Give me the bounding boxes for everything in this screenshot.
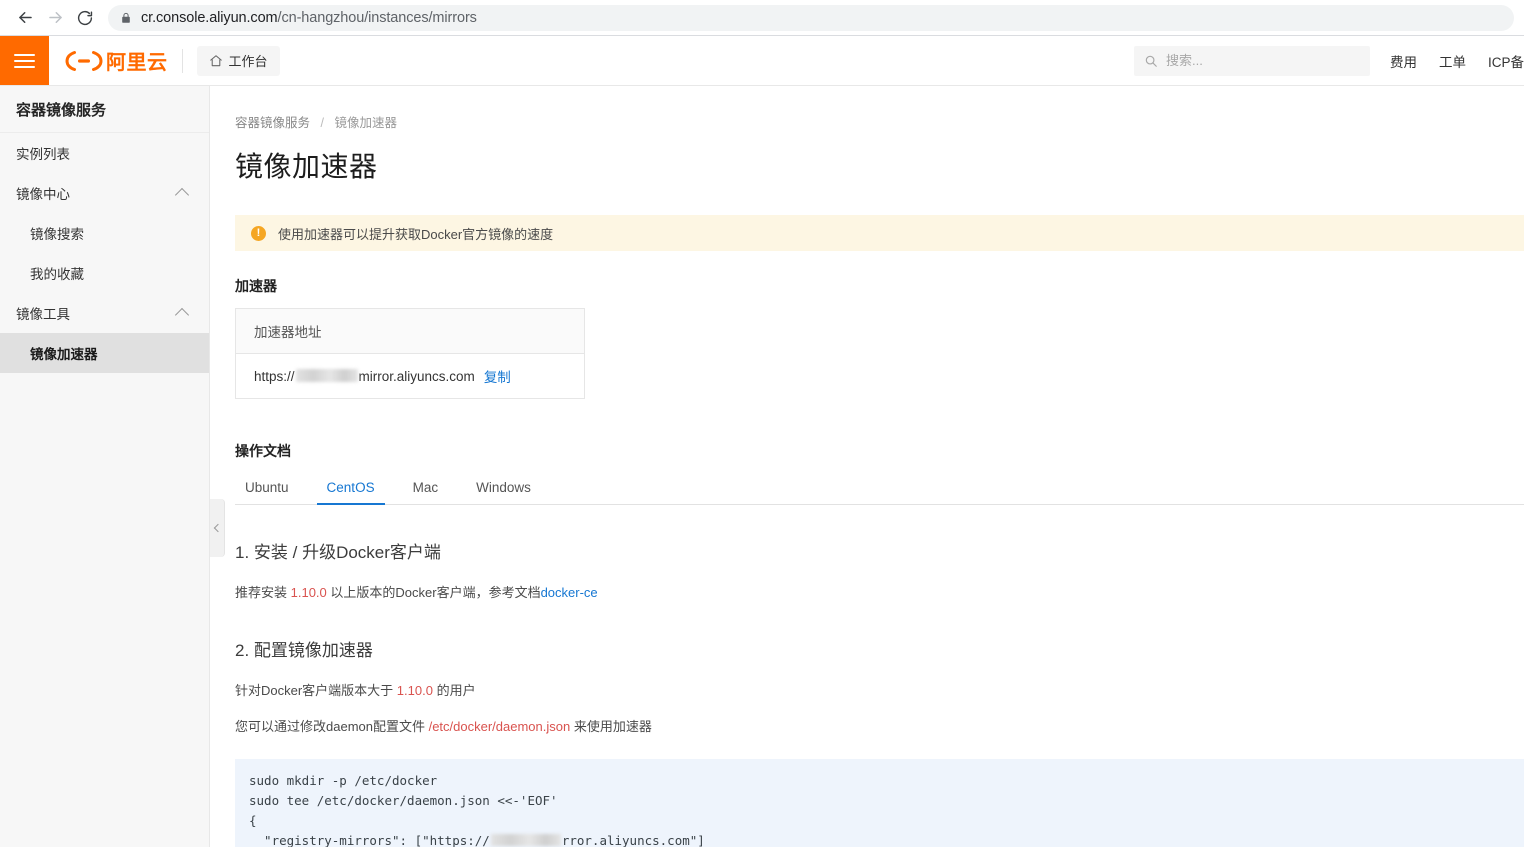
copy-link[interactable]: 复制: [484, 366, 511, 386]
app-body: 容器镜像服务 实例列表 镜像中心 镜像搜索 我的收藏 镜像工具 镜像加速器 容器…: [0, 86, 1524, 847]
home-icon: [209, 54, 223, 68]
global-search-box[interactable]: [1133, 45, 1370, 76]
code-block[interactable]: sudo mkdir -p /etc/docker sudo tee /etc/…: [235, 758, 1524, 847]
docs-section-title: 操作文档: [235, 443, 291, 459]
sidebar-title: 容器镜像服务: [0, 86, 209, 133]
forward-arrow-icon: [46, 8, 65, 27]
accelerator-section-title: 加速器: [235, 278, 277, 294]
divider: [181, 48, 183, 73]
step1-title: 1. 安装 / 升级Docker客户端: [235, 543, 441, 562]
aliyun-logo-icon: [65, 50, 103, 72]
redacted-mask: [490, 833, 561, 846]
breadcrumb-current: 镜像加速器: [334, 116, 397, 130]
step2-title: 2. 配置镜像加速器: [235, 640, 373, 660]
breadcrumb-root[interactable]: 容器镜像服务: [235, 116, 310, 130]
breadcrumb-separator: /: [320, 116, 324, 130]
step2-paragraph-2: 您可以通过修改daemon配置文件 /etc/docker/daemon.jso…: [235, 717, 1524, 737]
step1-version: 1.10.0: [290, 585, 327, 600]
top-app-bar: 阿里云 工作台 费用 工单 ICP备: [0, 36, 1524, 86]
workbench-button[interactable]: 工作台: [196, 45, 280, 76]
breadcrumb: 容器镜像服务 / 镜像加速器: [210, 86, 1524, 131]
sidebar-item-label: 镜像工具: [16, 307, 70, 322]
hamburger-menu-button[interactable]: [0, 36, 49, 85]
code-line-4-pre: "registry-mirrors": ["https://: [249, 832, 490, 847]
url-text: cr.console.aliyun.com/cn-hangzhou/instan…: [141, 10, 477, 26]
sidebar-item-label: 实例列表: [16, 147, 70, 162]
topbar-link-tickets[interactable]: 工单: [1439, 51, 1466, 71]
chevron-left-icon: [213, 523, 223, 533]
url-path: /cn-hangzhou/instances/mirrors: [277, 9, 477, 26]
sidebar-item-image-search[interactable]: 镜像搜索: [0, 213, 209, 253]
tab-mac[interactable]: Mac: [403, 480, 449, 504]
tab-windows[interactable]: Windows: [466, 480, 541, 504]
chevron-up-icon: [174, 187, 190, 203]
address-bar[interactable]: cr.console.aliyun.com/cn-hangzhou/instan…: [108, 4, 1514, 31]
sidebar-group-image-center[interactable]: 镜像中心: [0, 173, 209, 213]
page-title: 镜像加速器: [235, 151, 378, 182]
back-button[interactable]: [10, 3, 40, 33]
hamburger-menu-icon: [14, 50, 35, 72]
step1-text-a: 推荐安装: [235, 585, 291, 600]
code-line-1: sudo mkdir -p /etc/docker: [249, 772, 438, 788]
sidebar-item-label: 我的收藏: [30, 267, 84, 282]
info-alert-banner: ! 使用加速器可以提升获取Docker官方镜像的速度: [235, 215, 1524, 251]
accelerator-url-suffix: mirror.aliyuncs.com: [358, 368, 475, 384]
reload-button[interactable]: [70, 3, 100, 33]
forward-button[interactable]: [40, 3, 70, 33]
step2-version: 1.10.0: [396, 682, 433, 698]
workbench-label: 工作台: [228, 54, 268, 69]
sidebar-item-label: 镜像搜索: [30, 227, 84, 242]
docker-ce-link[interactable]: docker-ce: [541, 585, 598, 600]
topbar-link-fees[interactable]: 费用: [1390, 51, 1417, 71]
accelerator-url-prefix: https://: [254, 368, 295, 384]
sidebar-item-label: 镜像加速器: [30, 347, 98, 362]
daemon-config-path: /etc/docker/daemon.json: [428, 719, 571, 734]
step2-text-c-pre: 您可以通过修改daemon配置文件: [235, 719, 429, 734]
step1-paragraph: 推荐安装 1.10.0 以上版本的Docker客户端，参考文档docker-ce: [235, 583, 1524, 603]
topbar-link-icp[interactable]: ICP备: [1488, 51, 1524, 71]
table-row: https:// mirror.aliyuncs.com 复制: [236, 354, 584, 398]
accelerator-url: https:// mirror.aliyuncs.com: [254, 368, 475, 384]
accelerator-table: 加速器地址 https:// mirror.aliyuncs.com 复制: [235, 308, 585, 399]
table-column-header: 加速器地址: [236, 309, 584, 354]
sidebar: 容器镜像服务 实例列表 镜像中心 镜像搜索 我的收藏 镜像工具 镜像加速器: [0, 86, 210, 847]
step2-text-a: 针对Docker客户端版本大于: [235, 682, 397, 698]
back-arrow-icon: [16, 8, 35, 27]
main-content: 容器镜像服务 / 镜像加速器 镜像加速器 ! 使用加速器可以提升获取Docker…: [210, 86, 1524, 847]
step2-text-c-post: 来使用加速器: [570, 719, 652, 734]
search-input[interactable]: [1165, 53, 1360, 68]
docs-tabs: Ubuntu CentOS Mac Windows: [235, 473, 1524, 505]
sidebar-item-image-accelerator[interactable]: 镜像加速器: [0, 333, 209, 373]
step2-text-b: 的用户: [432, 682, 476, 698]
chevron-up-icon: [174, 307, 190, 323]
warning-icon: !: [251, 225, 266, 241]
browser-chrome: cr.console.aliyun.com/cn-hangzhou/instan…: [0, 0, 1524, 36]
code-line-4-post: rror.aliyuncs.com"]: [561, 832, 705, 847]
alert-text: 使用加速器可以提升获取Docker官方镜像的速度: [278, 226, 554, 242]
sidebar-item-instances[interactable]: 实例列表: [0, 133, 209, 173]
tab-centos[interactable]: CentOS: [316, 480, 385, 505]
url-host: cr.console.aliyun.com: [141, 9, 278, 26]
sidebar-group-image-tools[interactable]: 镜像工具: [0, 293, 209, 333]
code-line-2: sudo tee /etc/docker/daemon.json <<-'EOF…: [249, 792, 558, 808]
topbar-right-group: 费用 工单 ICP备: [1133, 36, 1524, 85]
code-line-3: {: [249, 812, 257, 828]
brand-logo[interactable]: 阿里云: [49, 36, 168, 85]
search-icon: [1144, 54, 1158, 68]
step2-paragraph-1: 针对Docker客户端版本大于 1.10.0 的用户: [235, 681, 1524, 701]
redacted-mask: [295, 368, 358, 382]
tab-ubuntu[interactable]: Ubuntu: [235, 480, 299, 504]
brand-name: 阿里云: [106, 52, 168, 74]
sidebar-collapse-handle[interactable]: [210, 499, 225, 557]
lock-icon: [120, 12, 132, 24]
step1-text-b: 以上版本的Docker客户端，参考文档: [326, 585, 541, 600]
sidebar-item-label: 镜像中心: [16, 187, 70, 202]
reload-icon: [76, 9, 94, 27]
sidebar-item-favorites[interactable]: 我的收藏: [0, 253, 209, 293]
